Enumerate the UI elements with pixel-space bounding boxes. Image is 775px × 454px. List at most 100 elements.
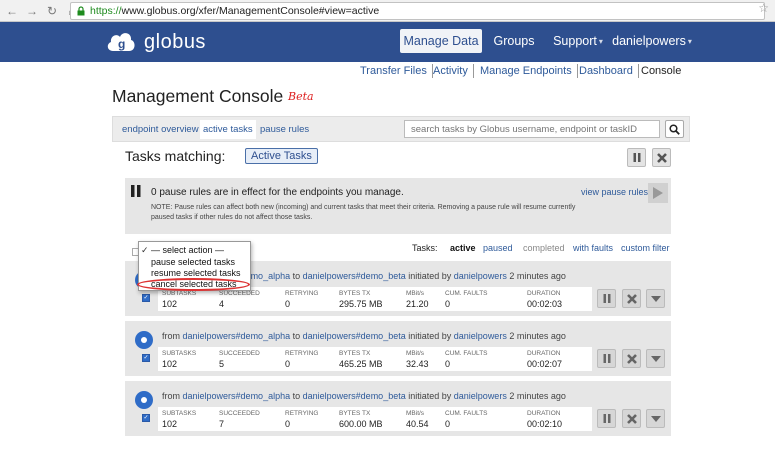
- reload-icon[interactable]: ↻: [44, 3, 60, 19]
- pause-task-button[interactable]: [597, 349, 616, 368]
- dropdown-option-pause[interactable]: pause selected tasks: [151, 257, 235, 267]
- filter-with-faults[interactable]: with faults: [573, 243, 613, 253]
- search-button[interactable]: [665, 120, 684, 138]
- subtasks-value: 102: [162, 419, 178, 429]
- chevron-down-icon: [650, 295, 661, 302]
- from-label: from: [162, 331, 180, 341]
- chevron-down-icon: [650, 355, 661, 362]
- mbits-value: 21.20: [406, 299, 429, 309]
- task-details-button[interactable]: [646, 289, 665, 308]
- task-details-button[interactable]: [646, 409, 665, 428]
- from-label: from: [162, 391, 180, 401]
- retrying-header: RETRYING: [285, 410, 319, 417]
- search-input[interactable]: [404, 120, 660, 138]
- pause-icon: [633, 153, 640, 162]
- cancel-task-button[interactable]: [622, 409, 641, 428]
- dropdown-option-resume[interactable]: resume selected tasks: [151, 268, 241, 278]
- cancel-all-button[interactable]: [652, 148, 671, 167]
- task-time: 2 minutes ago: [509, 391, 566, 401]
- cancel-task-button[interactable]: [622, 349, 641, 368]
- filter-label: Tasks:: [412, 243, 438, 253]
- view-pause-rules-button[interactable]: [648, 183, 668, 203]
- succeeded-header: SUCCEEDED: [219, 410, 260, 417]
- filter-custom[interactable]: custom filter: [621, 243, 670, 253]
- retrying-header: RETRYING: [285, 350, 319, 357]
- subnav-console[interactable]: Console: [641, 64, 681, 78]
- tab-active-tasks[interactable]: active tasks: [200, 120, 256, 139]
- succeeded-value: 4: [219, 299, 225, 309]
- filter-active[interactable]: active: [450, 243, 476, 253]
- filter-completed[interactable]: completed: [523, 243, 565, 253]
- succeeded-value: 7: [219, 419, 225, 429]
- retrying-value: 0: [285, 419, 291, 429]
- close-icon: [626, 293, 637, 304]
- subnav-activity[interactable]: Activity: [433, 64, 474, 78]
- faults-header: CUM. FAULTS: [445, 350, 488, 357]
- browser-toolbar: ← → ↻ ⌂ https://www.globus.org/xfer/Mana…: [0, 0, 775, 22]
- bookmark-star-icon[interactable]: ☆: [758, 1, 769, 15]
- pause-task-button[interactable]: [597, 289, 616, 308]
- close-icon: [626, 353, 637, 364]
- pause-all-button[interactable]: [627, 148, 646, 167]
- nav-manage-data[interactable]: Manage Data: [400, 29, 482, 53]
- pause-icon: [131, 185, 141, 197]
- bytes-tx-header: BYTES TX: [339, 290, 371, 297]
- subtasks-header: SUBTASKS: [162, 350, 197, 357]
- url-scheme: https://: [90, 5, 122, 17]
- close-icon: [626, 413, 637, 424]
- nav-user-menu[interactable]: danielpowers ▾: [612, 29, 692, 53]
- destination-endpoint-link[interactable]: danielpowers#demo_beta: [303, 331, 406, 341]
- initiator-link[interactable]: danielpowers: [454, 331, 507, 341]
- source-endpoint-link[interactable]: danielpowers#demo_alpha: [183, 391, 291, 401]
- lock-icon: [77, 6, 85, 16]
- retrying-header: RETRYING: [285, 290, 319, 297]
- task-details-button[interactable]: [646, 349, 665, 368]
- address-bar[interactable]: https://www.globus.org/xfer/ManagementCo…: [70, 2, 765, 20]
- succeeded-header: SUCCEEDED: [219, 350, 260, 357]
- subnav-transfer-files[interactable]: Transfer Files: [360, 64, 433, 78]
- active-status-icon: [135, 331, 153, 349]
- tab-endpoint-overview[interactable]: endpoint overview: [122, 124, 199, 135]
- subnav-dashboard[interactable]: Dashboard: [579, 64, 639, 78]
- destination-endpoint-link[interactable]: danielpowers#demo_beta: [303, 391, 406, 401]
- task-checkbox[interactable]: ✓: [142, 354, 150, 362]
- view-pause-rules-link[interactable]: view pause rules: [581, 187, 648, 197]
- bytes-tx-header: BYTES TX: [339, 350, 371, 357]
- nav-user-label: danielpowers: [612, 34, 686, 48]
- pause-task-button[interactable]: [597, 409, 616, 428]
- faults-value: 0: [445, 419, 451, 429]
- subnav-manage-endpoints[interactable]: Manage Endpoints: [480, 64, 578, 78]
- filter-paused[interactable]: paused: [483, 243, 513, 253]
- task-checkbox[interactable]: ✓: [142, 414, 150, 422]
- to-label: to: [292, 391, 301, 401]
- globus-logo-icon[interactable]: g: [105, 27, 137, 57]
- task-checkbox[interactable]: ✓: [142, 294, 150, 302]
- tab-pause-rules[interactable]: pause rules: [260, 124, 309, 135]
- nav-support[interactable]: Support ▾: [552, 29, 604, 53]
- initiated-label: initiated by: [408, 331, 452, 341]
- svg-text:g: g: [118, 37, 125, 51]
- subtasks-header: SUBTASKS: [162, 290, 197, 297]
- back-icon[interactable]: ←: [4, 3, 20, 19]
- task-row: from danielpowers#demo_alpha to danielpo…: [125, 321, 671, 376]
- dropdown-option-select-action[interactable]: — select action —: [151, 245, 224, 255]
- nav-groups[interactable]: Groups: [490, 29, 538, 53]
- initiator-link[interactable]: danielpowers: [454, 391, 507, 401]
- mbits-header: MBit/s: [406, 350, 425, 357]
- bytes-tx-header: BYTES TX: [339, 410, 371, 417]
- close-icon: [656, 152, 667, 163]
- task-description: from danielpowers#demo_alpha to danielpo…: [162, 331, 566, 341]
- beta-badge: Beta: [288, 90, 314, 103]
- highlight-circle: [137, 278, 250, 291]
- initiator-link[interactable]: danielpowers: [454, 271, 507, 281]
- search-icon: [669, 123, 680, 135]
- tasks-matching-label: Tasks matching:: [125, 148, 226, 164]
- duration-header: DURATION: [527, 350, 561, 357]
- pause-rules-note: NOTE: Pause rules can affect both new (i…: [151, 204, 576, 221]
- destination-endpoint-link[interactable]: danielpowers#demo_beta: [303, 271, 406, 281]
- forward-icon[interactable]: →: [24, 3, 40, 19]
- play-icon: [653, 187, 663, 199]
- source-endpoint-link[interactable]: danielpowers#demo_alpha: [183, 331, 291, 341]
- cancel-task-button[interactable]: [622, 289, 641, 308]
- bytes-tx-value: 295.75 MB: [339, 299, 383, 309]
